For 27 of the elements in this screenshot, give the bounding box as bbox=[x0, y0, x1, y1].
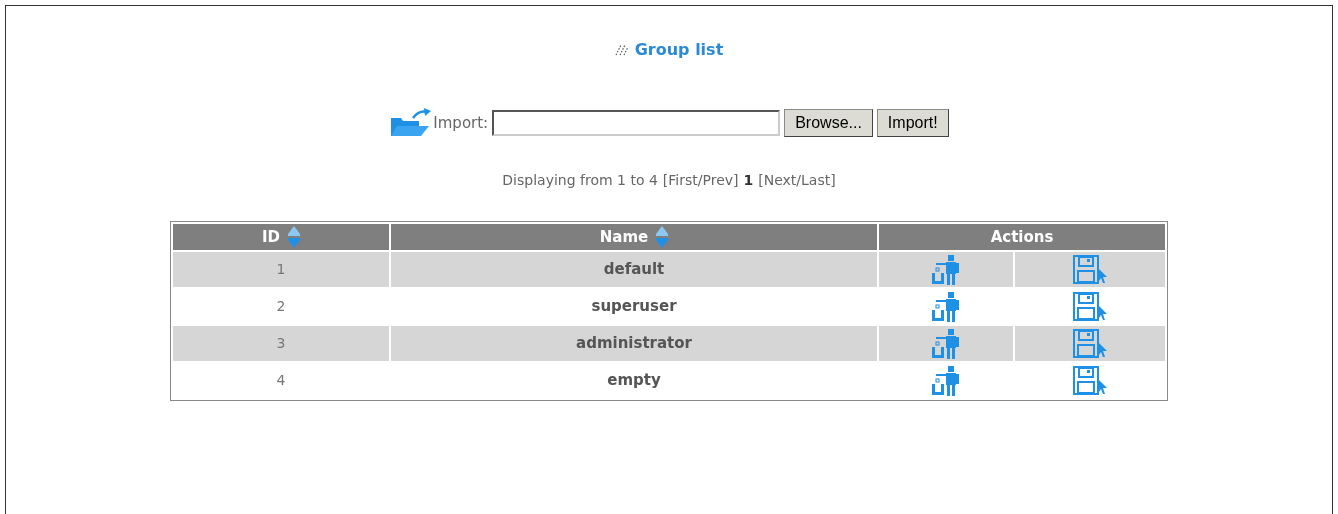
table-cell: default bbox=[391, 252, 877, 287]
page-title[interactable]: Group list bbox=[634, 38, 724, 62]
column-header[interactable]: ID bbox=[173, 224, 389, 250]
table-cell: 1 bbox=[173, 252, 389, 287]
table-cell: 3 bbox=[173, 326, 389, 361]
floppy-disk-icon[interactable] bbox=[1073, 254, 1107, 285]
file-path-field[interactable] bbox=[492, 110, 781, 136]
import-button[interactable]: Import! bbox=[876, 109, 949, 137]
person-trash-icon[interactable] bbox=[930, 254, 962, 285]
sort-icon[interactable] bbox=[656, 226, 669, 249]
person-trash-icon[interactable] bbox=[930, 328, 962, 359]
floppy-disk-icon[interactable] bbox=[1073, 365, 1107, 396]
floppy-disk-icon[interactable] bbox=[1073, 328, 1107, 359]
current-page: 1 bbox=[743, 171, 754, 190]
person-trash-icon[interactable] bbox=[930, 291, 962, 322]
import-label: Import: bbox=[433, 112, 489, 134]
floppy-disk-icon[interactable] bbox=[1073, 291, 1107, 322]
first-prev-link[interactable]: [First/Prev] bbox=[662, 170, 739, 191]
column-header[interactable]: Name bbox=[391, 224, 877, 250]
browse-button[interactable]: Browse... bbox=[784, 109, 873, 137]
table-cell: administrator bbox=[391, 326, 877, 361]
pagination-info: Displaying from 1 to 4 bbox=[502, 171, 658, 190]
sort-icon[interactable] bbox=[288, 226, 300, 249]
hatch-icon bbox=[614, 44, 629, 56]
person-trash-icon[interactable] bbox=[930, 365, 962, 396]
next-last-link[interactable]: [Next/Last] bbox=[758, 170, 836, 191]
column-header: Actions bbox=[879, 224, 1165, 250]
